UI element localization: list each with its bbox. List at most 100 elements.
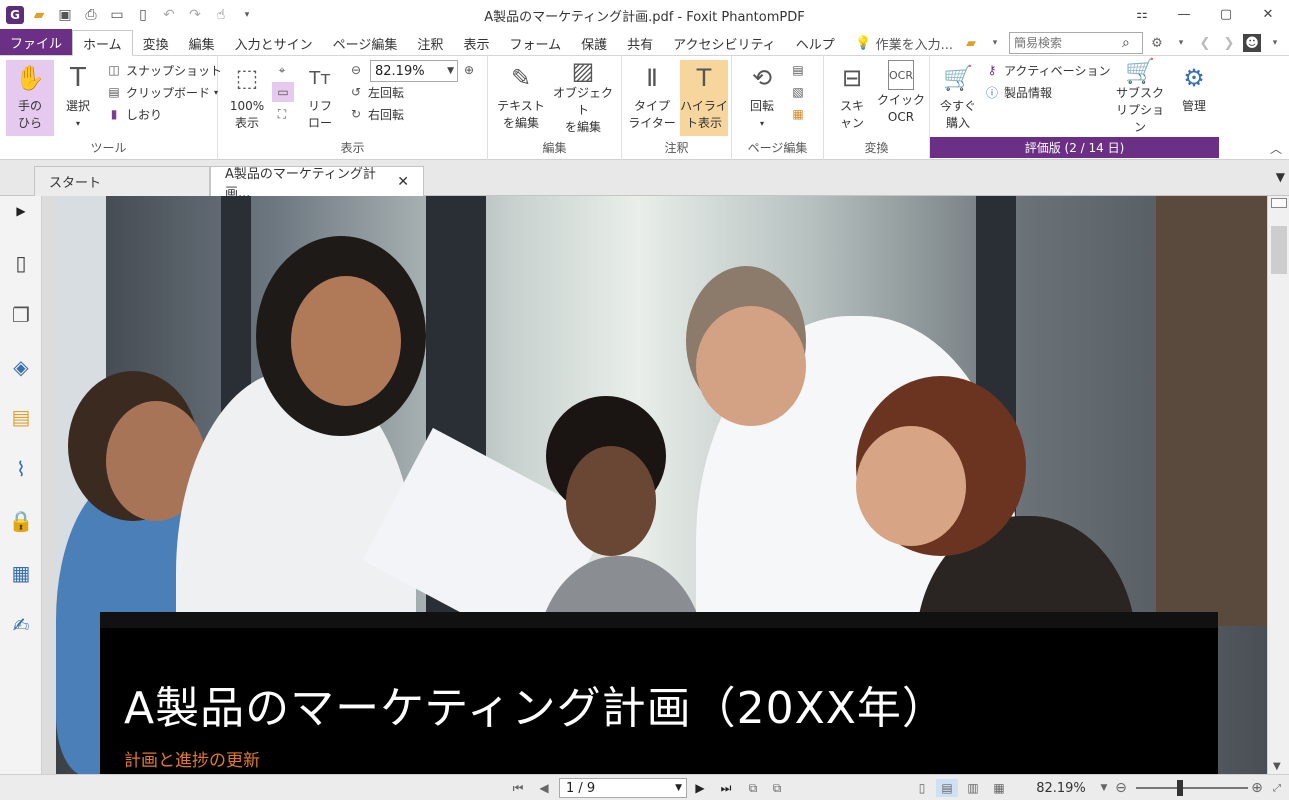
tab-list-dropdown-icon[interactable]: ▼ xyxy=(1276,170,1285,184)
tab-view[interactable]: 表示 xyxy=(453,31,499,55)
snapshot-button[interactable]: ◫ スナップショット xyxy=(106,60,222,80)
scan-button[interactable]: ⊟ スキ ャン xyxy=(828,60,876,136)
zoom-in-button[interactable]: ⊕ xyxy=(461,60,477,80)
first-page-icon[interactable]: ⏮ xyxy=(510,779,526,797)
user-avatar-icon[interactable]: ☻ xyxy=(1243,34,1261,52)
single-page-view-icon[interactable]: ▯ xyxy=(912,779,932,797)
reflow-button[interactable]: Tт リフ ロー xyxy=(298,60,342,136)
tab-accessibility[interactable]: アクセシビリティ xyxy=(663,31,786,55)
previous-view-icon[interactable]: ⧉ xyxy=(744,779,762,797)
scroll-up-button[interactable] xyxy=(1271,198,1287,208)
rotate-left-button[interactable]: ↺ 左回転 xyxy=(348,82,404,102)
close-tab-icon[interactable]: ✕ xyxy=(397,174,409,190)
tab-start[interactable]: スタート xyxy=(34,166,210,196)
tab-fill-sign[interactable]: 入力とサイン xyxy=(225,31,323,55)
print-icon[interactable]: ⎙ xyxy=(80,4,102,26)
tab-organize[interactable]: ページ編集 xyxy=(323,31,408,55)
settings-gear-icon[interactable]: ⚙ xyxy=(1147,33,1167,53)
find-folder-icon[interactable]: ▰ xyxy=(961,33,981,53)
redo-icon[interactable]: ↷ xyxy=(184,4,206,26)
signature-panel-icon[interactable]: ✍ xyxy=(8,612,34,638)
security-lock-icon[interactable]: 🔒 xyxy=(8,508,34,534)
tab-home[interactable]: ホーム xyxy=(72,30,133,56)
continuous-facing-view-icon[interactable]: ▦ xyxy=(988,779,1010,797)
edit-text-button[interactable]: ✎ テキスト を編集 xyxy=(496,60,546,136)
quick-search-input[interactable] xyxy=(1010,33,1122,53)
panel-splitter[interactable] xyxy=(42,196,56,774)
tab-comment[interactable]: 注釈 xyxy=(407,31,453,55)
hand-tool-button[interactable]: ✋ 手の ひら xyxy=(6,60,54,136)
manage-button[interactable]: ⚙ 管理 xyxy=(1170,60,1218,136)
bookmark-button[interactable]: ▮ しおり xyxy=(106,104,162,124)
comments-panel-icon[interactable]: ▤ xyxy=(8,404,34,430)
tab-form[interactable]: フォーム xyxy=(499,31,571,55)
product-info-button[interactable]: ⓘ 製品情報 xyxy=(984,82,1052,102)
rotate-right-button[interactable]: ↻ 右回転 xyxy=(348,104,404,124)
expand-panel-icon[interactable]: ▶ xyxy=(8,198,34,224)
document-view[interactable]: A製品のマーケティング計画（20XX年） 計画と進捗の更新 xyxy=(56,196,1267,774)
typewriter-button[interactable]: Ⅱ タイプ ライター xyxy=(628,60,676,136)
tab-document[interactable]: A製品のマーケティング計画... ✕ xyxy=(210,166,424,201)
settings-dropdown-icon[interactable]: ▾ xyxy=(1171,33,1191,53)
new-document-icon[interactable]: ▯ xyxy=(132,4,154,26)
scroll-thumb[interactable] xyxy=(1271,226,1287,274)
pages-panel-icon[interactable]: ❐ xyxy=(8,302,34,328)
last-page-icon[interactable]: ⏭ xyxy=(716,779,736,797)
clipboard-button[interactable]: ▤ クリップボード ▾ xyxy=(106,82,218,102)
customize-dropdown-icon[interactable]: ▾ xyxy=(236,4,258,26)
file-tab[interactable]: ファイル xyxy=(0,29,72,55)
forward-arrow-icon[interactable]: ❯ xyxy=(1219,33,1239,53)
layers-panel-icon[interactable]: ◈ xyxy=(8,354,34,380)
user-dropdown-icon[interactable]: ▾ xyxy=(1265,33,1285,53)
tell-me-box[interactable]: 💡 作業を入力... xyxy=(855,34,953,53)
tab-share[interactable]: 共有 xyxy=(617,31,663,55)
open-folder-icon[interactable]: ▰ xyxy=(28,4,50,26)
page-number-input[interactable]: 1 / 9 ▼ xyxy=(559,778,687,798)
fit-width-button[interactable]: ▭ xyxy=(272,82,294,102)
zoom-select[interactable]: 82.19% ▼ xyxy=(370,60,458,82)
status-zoom-out-icon[interactable]: ⊖ xyxy=(1112,779,1130,797)
extract-page-button[interactable]: ▦ xyxy=(790,104,806,124)
fit-visible-button[interactable]: ⛶ xyxy=(274,104,290,124)
tab-help[interactable]: ヘルプ xyxy=(786,31,845,55)
content-panel-icon[interactable]: ▦ xyxy=(8,560,34,586)
next-view-icon[interactable]: ⧉ xyxy=(768,779,786,797)
quick-ocr-button[interactable]: OCR クイック OCR xyxy=(876,60,926,136)
close-button[interactable]: ✕ xyxy=(1247,0,1289,28)
hand-tool-icon[interactable]: ☝ xyxy=(210,4,232,26)
undo-icon[interactable]: ↶ xyxy=(158,4,180,26)
search-icon[interactable]: ⌕ xyxy=(1122,35,1130,51)
find-dropdown-icon[interactable]: ▾ xyxy=(985,33,1005,53)
back-arrow-icon[interactable]: ❮ xyxy=(1195,33,1215,53)
minimize-button[interactable]: — xyxy=(1163,0,1205,28)
activation-button[interactable]: ⚷ アクティベーション xyxy=(984,60,1111,80)
save-icon[interactable]: ▣ xyxy=(54,4,76,26)
next-page-icon[interactable]: ▶ xyxy=(692,779,708,797)
zoom-dropdown-icon[interactable]: ▼ xyxy=(1098,779,1110,797)
ribbon-display-icon[interactable]: ⚏ xyxy=(1121,0,1163,28)
highlight-button[interactable]: T ハイライ ト表示 xyxy=(680,60,728,136)
facing-view-icon[interactable]: ▥ xyxy=(962,779,984,797)
actual-size-button[interactable]: ⬚ 100% 表示 xyxy=(224,60,270,136)
maximize-button[interactable]: ▢ xyxy=(1205,0,1247,28)
scroll-down-icon[interactable]: ▼ xyxy=(1273,761,1281,772)
edit-object-button[interactable]: ▨ オブジェクト を編集 xyxy=(550,59,616,136)
tab-protect[interactable]: 保護 xyxy=(571,31,617,55)
zoom-slider-knob[interactable] xyxy=(1177,780,1183,796)
previous-page-icon[interactable]: ◀ xyxy=(536,779,552,797)
vertical-scrollbar[interactable]: ▼ xyxy=(1267,196,1289,774)
zoom-slider-track[interactable] xyxy=(1136,787,1248,789)
zoom-out-button[interactable]: ⊖ xyxy=(348,60,364,80)
continuous-view-icon[interactable]: ▤ xyxy=(936,779,958,797)
scan-icon[interactable]: ▭ xyxy=(106,4,128,26)
status-zoom-in-icon[interactable]: ⊕ xyxy=(1248,779,1266,797)
buy-now-button[interactable]: 🛒 今すぐ 購入 xyxy=(934,60,982,136)
delete-page-button[interactable]: ▧ xyxy=(790,82,806,102)
rotate-page-button[interactable]: ⟲ 回転 ▾ xyxy=(738,60,786,136)
fit-page-button[interactable]: ⌖ xyxy=(274,60,290,80)
attachments-panel-icon[interactable]: ⌇ xyxy=(8,456,34,482)
fullscreen-icon[interactable]: ⤢ xyxy=(1270,779,1284,797)
tab-convert[interactable]: 変換 xyxy=(133,31,179,55)
collapse-ribbon-button[interactable]: ︿ xyxy=(1268,138,1284,158)
select-tool-button[interactable]: T 選択 ▾ xyxy=(54,60,102,136)
